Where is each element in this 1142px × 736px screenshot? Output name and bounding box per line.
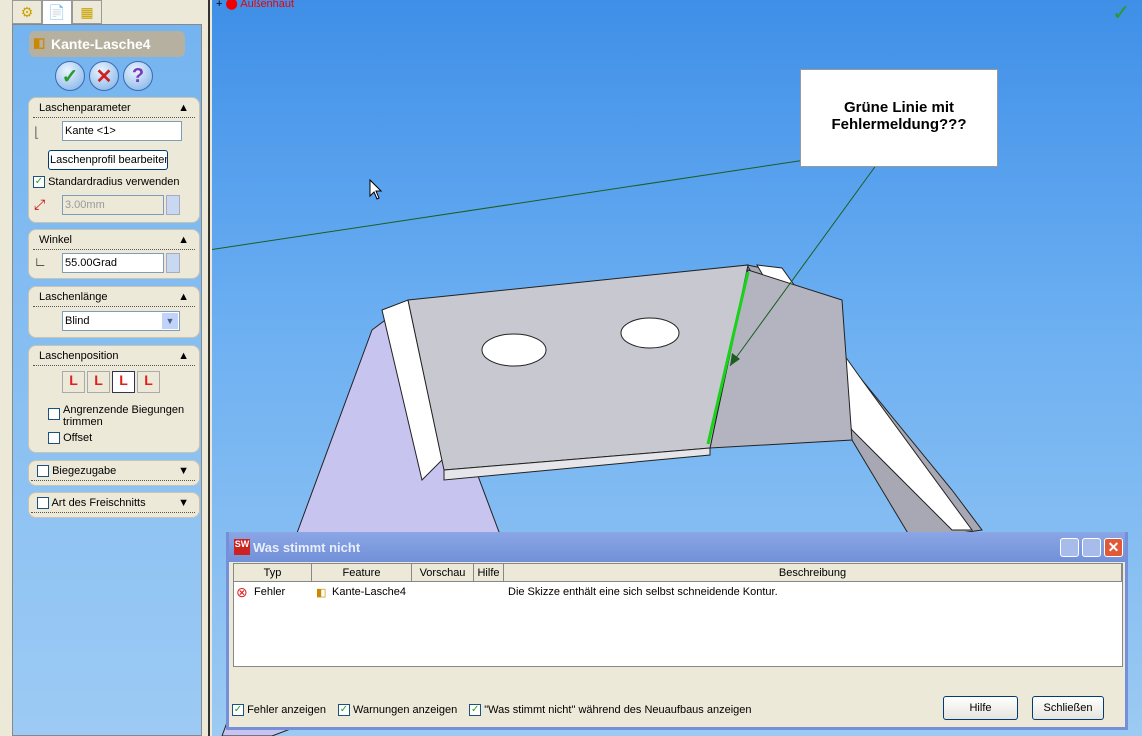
edit-profile-button[interactable]: Laschenprofil bearbeiten bbox=[48, 150, 168, 170]
show-errors-checkbox[interactable]: ✓ Fehler anzeigen bbox=[232, 704, 326, 717]
group-biegezugabe: Biegezugabe ▼ bbox=[28, 460, 200, 486]
group-title: Winkel bbox=[39, 234, 73, 246]
feature-name: Kante-Lasche4 bbox=[51, 36, 151, 52]
checkbox[interactable]: ✓ bbox=[33, 176, 45, 189]
checkbox-label: Angrenzende Biegungen trimmen bbox=[63, 404, 185, 428]
std-radius-checkbox[interactable]: ✓ Standardradius verwenden bbox=[33, 176, 180, 189]
property-manager: ◧ Kante-Lasche4 ✓ ✕ ? Laschenparameter ▲ ⌊… bbox=[12, 24, 202, 736]
radius-field[interactable]: 3.00mm bbox=[62, 195, 164, 215]
expand-icon[interactable]: ▼ bbox=[178, 465, 189, 477]
length-select[interactable]: Blind ▼ bbox=[62, 311, 180, 331]
checkbox-label: Fehler anzeigen bbox=[247, 704, 326, 716]
freischnitt-checkbox[interactable]: Art des Freischnitts bbox=[37, 497, 146, 510]
close-button[interactable]: Schließen bbox=[1032, 696, 1104, 720]
dialog-title: Was stimmt nicht bbox=[253, 540, 361, 555]
column-header-feature[interactable]: Feature bbox=[312, 564, 412, 582]
radius-icon: ⤢ bbox=[34, 196, 46, 212]
checkbox[interactable] bbox=[48, 432, 60, 445]
group-freischnitt: Art des Freischnitts ▼ bbox=[28, 492, 200, 518]
solidworks-icon: SW bbox=[234, 539, 250, 555]
collapse-icon[interactable]: ▲ bbox=[178, 291, 189, 303]
what-is-wrong-dialog: SW Was stimmt nicht ✕ Typ Feature Vorsch… bbox=[226, 532, 1128, 730]
left-panel: ⚙ 📄 ▦ ◧ Kante-Lasche4 ✓ ✕ ? Laschenparame… bbox=[0, 0, 210, 736]
column-header-typ[interactable]: Typ bbox=[234, 564, 312, 582]
column-header-vorschau[interactable]: Vorschau bbox=[412, 564, 474, 582]
checkbox-label: "Was stimmt nicht" während des Neuaufbau… bbox=[484, 704, 752, 716]
problem-list: Typ Feature Vorschau Hilfe Beschreibung … bbox=[233, 563, 1123, 667]
dialog-titlebar[interactable]: SW Was stimmt nicht ✕ bbox=[229, 532, 1125, 562]
checkbox-label: Warnungen anzeigen bbox=[353, 704, 458, 716]
group-title: Biegezugabe bbox=[52, 465, 117, 477]
tab-feature-manager[interactable]: ⚙ bbox=[12, 0, 42, 24]
feature-tree-icon: ⚙ bbox=[20, 3, 34, 20]
chevron-down-icon[interactable]: ▼ bbox=[162, 313, 178, 329]
offset-checkbox[interactable]: Offset bbox=[48, 432, 93, 445]
position-material-inside-button[interactable]: L bbox=[62, 371, 85, 393]
trim-bends-checkbox[interactable]: Angrenzende Biegungen trimmen bbox=[48, 404, 188, 428]
top-plate bbox=[407, 264, 749, 471]
help-button[interactable]: ? bbox=[123, 61, 153, 91]
collapse-icon[interactable]: ▲ bbox=[178, 350, 189, 362]
cancel-button[interactable]: ✕ bbox=[89, 61, 119, 91]
cursor-icon bbox=[369, 178, 383, 200]
checkbox-label: Offset bbox=[63, 432, 93, 444]
tab-configuration-manager[interactable]: ▦ bbox=[72, 0, 102, 24]
checkbox-label: Standardradius verwenden bbox=[48, 176, 180, 188]
minimize-button[interactable] bbox=[1060, 538, 1079, 557]
annotation-callout: Grüne Linie mit Fehlermeldung??? bbox=[800, 69, 998, 167]
maximize-button[interactable] bbox=[1082, 538, 1101, 557]
edge-icon: ⌊ bbox=[34, 124, 40, 140]
angle-icon: ∟ bbox=[34, 254, 47, 269]
collapse-icon[interactable]: ▲ bbox=[178, 234, 189, 246]
row-feature: Kante-Lasche4 bbox=[332, 586, 406, 598]
checkbox[interactable] bbox=[48, 408, 60, 420]
position-bend-outside-button[interactable]: L bbox=[112, 371, 135, 393]
collapse-icon[interactable]: ▲ bbox=[178, 102, 189, 114]
column-header-beschreibung[interactable]: Beschreibung bbox=[504, 564, 1122, 582]
group-laschenlaenge: Laschenlänge ▲ Blind ▼ bbox=[28, 286, 200, 338]
configuration-icon: ▦ bbox=[80, 3, 94, 20]
group-title: Art des Freischnitts bbox=[51, 497, 146, 509]
arrow-tip bbox=[170, 252, 210, 272]
help-dialog-button[interactable]: Hilfe bbox=[943, 696, 1018, 720]
close-window-button[interactable]: ✕ bbox=[1104, 538, 1123, 557]
group-title: Laschenparameter bbox=[39, 102, 131, 114]
feature-title: ◧ Kante-Lasche4 bbox=[29, 31, 185, 57]
error-icon: ⊗ bbox=[236, 584, 248, 600]
edge-field[interactable]: Kante <1> bbox=[62, 121, 182, 141]
show-on-rebuild-checkbox[interactable]: ✓ "Was stimmt nicht" während des Neuaufb… bbox=[469, 704, 752, 717]
position-bend-from-virtual-sharp-button[interactable]: L bbox=[137, 371, 160, 393]
panel-tabs: ⚙ 📄 ▦ bbox=[12, 0, 102, 24]
property-icon: 📄 bbox=[48, 4, 66, 20]
row-description: Die Skizze enthält eine sich selbst schn… bbox=[508, 586, 778, 598]
hole bbox=[481, 333, 547, 367]
column-header-hilfe[interactable]: Hilfe bbox=[474, 564, 504, 582]
expand-icon[interactable]: ▼ bbox=[178, 497, 189, 509]
select-value: Blind bbox=[65, 315, 90, 327]
group-title: Laschenposition bbox=[39, 350, 119, 362]
callout-text: Grüne Linie mit Fehlermeldung??? bbox=[831, 99, 967, 133]
edge-flange-icon: ◧ bbox=[33, 35, 46, 50]
callout-leader bbox=[212, 155, 833, 250]
position-material-outside-button[interactable]: L bbox=[87, 371, 110, 393]
show-warnings-checkbox[interactable]: ✓ Warnungen anzeigen bbox=[337, 704, 458, 717]
biegezugabe-checkbox[interactable]: Biegezugabe bbox=[37, 465, 117, 478]
radius-spinner[interactable] bbox=[166, 195, 180, 215]
group-laschenposition: Laschenposition ▲ L L L L Angrenzende Bie… bbox=[28, 345, 200, 453]
hole bbox=[620, 317, 680, 349]
group-title: Laschenlänge bbox=[39, 291, 108, 303]
edge-flange-icon: ◧ bbox=[316, 587, 327, 599]
ok-button[interactable]: ✓ bbox=[55, 61, 85, 91]
tab-property-manager[interactable]: 📄 bbox=[42, 0, 72, 24]
angle-field[interactable]: 55.00Grad bbox=[62, 253, 164, 273]
group-laschenparameter: Laschenparameter ▲ ⌊ Kante <1> Laschenpro… bbox=[28, 97, 200, 223]
row-type: Fehler bbox=[254, 586, 286, 598]
